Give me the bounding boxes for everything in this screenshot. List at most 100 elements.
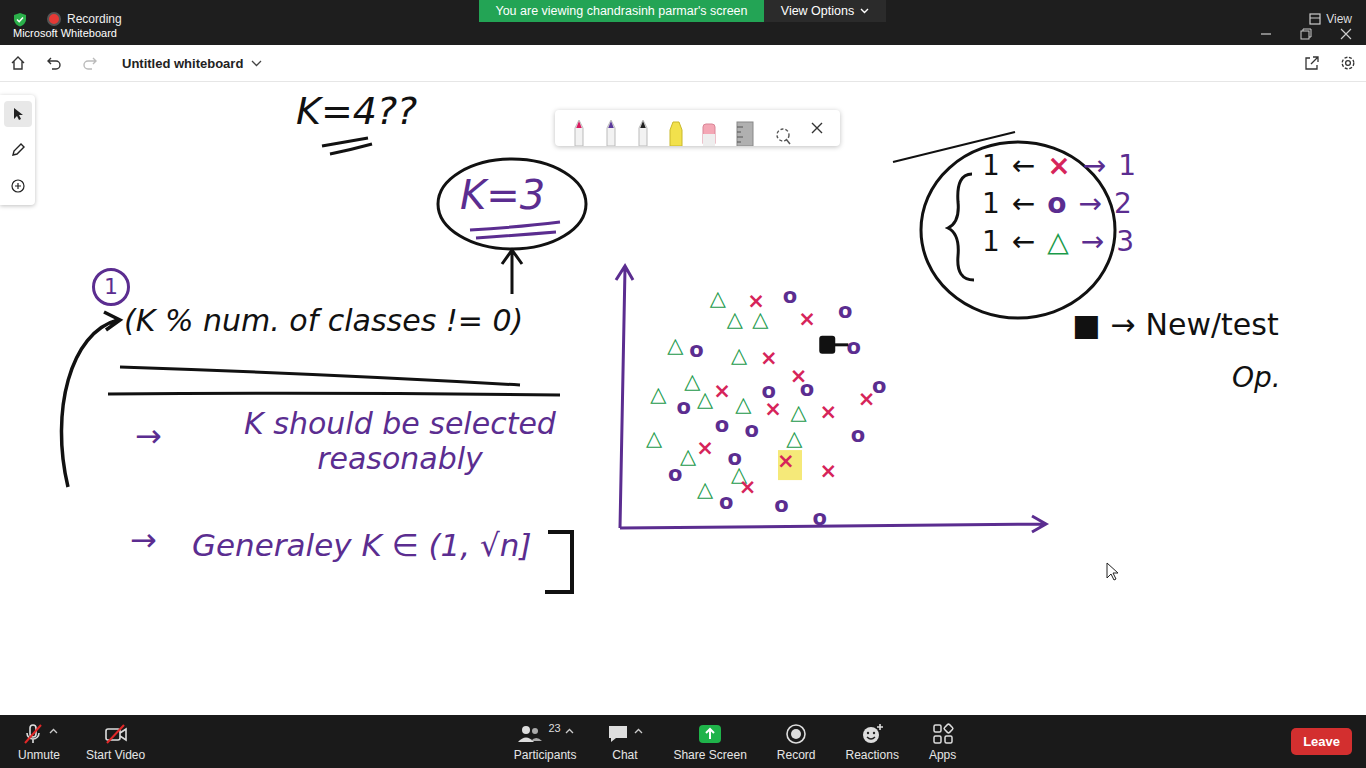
chat-button[interactable]: Chat: [606, 722, 643, 762]
note-step-number[interactable]: 1: [92, 268, 130, 306]
caret-up-icon[interactable]: [565, 728, 574, 734]
whiteboard-toolbar: Untitled whiteboard: [0, 45, 1366, 82]
data-point: ×: [819, 459, 837, 483]
note-advice[interactable]: K should be selected reasonably: [210, 407, 590, 476]
data-point: △: [650, 382, 667, 406]
view-button[interactable]: View: [1309, 12, 1352, 26]
add-tool[interactable]: [4, 173, 32, 199]
eraser-tool[interactable]: [701, 114, 717, 146]
window-title: Microsoft Whiteboard: [13, 27, 122, 39]
participants-button[interactable]: 23Participants: [514, 722, 577, 762]
data-point: ×: [798, 307, 816, 331]
participants-icon: [516, 722, 544, 746]
data-point: o: [872, 374, 886, 398]
y-axis: [616, 266, 633, 528]
top-bar: RecordingMicrosoft Whiteboard You are vie…: [0, 0, 1366, 45]
data-point: △: [790, 400, 807, 424]
video-camera-icon: [103, 722, 129, 746]
mouse-cursor-icon: [1106, 562, 1120, 582]
note-arrow[interactable]: →: [130, 522, 157, 559]
pen-tool[interactable]: [604, 114, 618, 146]
share-icon[interactable]: [1304, 55, 1320, 71]
x-axis: [620, 516, 1046, 532]
note-arrow[interactable]: →: [135, 418, 162, 455]
reactions-button[interactable]: Reactions: [846, 722, 899, 762]
pen-icon: [636, 118, 650, 146]
view-options-button[interactable]: View Options: [764, 0, 886, 22]
undo-icon[interactable]: [46, 55, 62, 71]
data-point: o: [774, 493, 788, 517]
chat-bubble-icon: [606, 722, 630, 746]
lasso-icon: [773, 126, 793, 146]
home-icon[interactable]: [10, 55, 26, 71]
apps-button[interactable]: Apps: [929, 722, 956, 762]
ruler-tool[interactable]: [735, 114, 755, 146]
data-point: ×: [760, 346, 778, 370]
note-test-point-line2[interactable]: Op.: [1232, 362, 1281, 394]
pen-icon: [604, 118, 618, 146]
data-point: ×: [819, 400, 837, 424]
zoom-window: RecordingMicrosoft Whiteboard You are vie…: [0, 0, 1366, 768]
caret-up-icon[interactable]: [49, 728, 58, 734]
legend-row[interactable]: 1←o→2: [982, 186, 1136, 222]
legend-row[interactable]: 1←×→1: [982, 148, 1136, 184]
test-point: [819, 336, 848, 354]
whiteboard-canvas[interactable]: K=4?? K=3 1(K % num. of classes != 0) → K sh…: [0, 82, 1366, 715]
data-point: △: [646, 426, 663, 450]
mic-button[interactable]: Unmute: [18, 722, 60, 762]
share-button[interactable]: Share Screen: [673, 722, 746, 762]
share-screen-icon: [697, 722, 723, 746]
restore-icon[interactable]: [1300, 28, 1312, 40]
leave-button[interactable]: Leave: [1291, 728, 1352, 755]
pen-tool[interactable]: [4, 137, 32, 163]
close-icon[interactable]: [811, 122, 823, 134]
data-point: o: [800, 377, 814, 401]
highlighter-tool[interactable]: [668, 114, 684, 146]
select-tool[interactable]: [4, 101, 32, 127]
minimize-icon[interactable]: [1260, 28, 1272, 40]
pen-tool[interactable]: [636, 114, 650, 146]
video-button[interactable]: Start Video: [86, 722, 145, 762]
apps-icon: [931, 722, 955, 746]
board-title-button[interactable]: Untitled whiteboard: [122, 56, 262, 71]
eraser-icon: [701, 118, 717, 146]
data-point: o: [838, 299, 852, 323]
note-test-point[interactable]: ■→New/test: [1072, 308, 1279, 343]
recording-label: Recording: [67, 12, 122, 26]
data-point: ×: [747, 289, 765, 313]
pen-toolbar: [555, 110, 840, 146]
share-banner: You are viewing chandrasinh parmar's scr…: [479, 0, 764, 22]
legend-row[interactable]: 1←△→3: [982, 224, 1136, 260]
note-range[interactable]: Generaley K ∈ (1, √n]: [192, 528, 532, 564]
data-point: △: [731, 343, 748, 367]
data-point: ×: [739, 475, 757, 499]
participant-count: 23: [548, 722, 560, 734]
data-point: o: [689, 338, 703, 362]
data-point: △: [710, 286, 727, 310]
data-point: o: [715, 413, 729, 437]
note-k-chosen[interactable]: K=3: [460, 172, 545, 218]
gear-icon[interactable]: [1340, 55, 1356, 71]
add-icon: [10, 178, 26, 194]
data-point: △: [786, 426, 803, 450]
microphone-icon: [21, 722, 45, 746]
close-icon[interactable]: [1340, 28, 1352, 40]
smiley-plus-icon: [859, 722, 885, 746]
data-point: △: [697, 477, 714, 501]
data-point: o: [668, 462, 682, 486]
data-point: △: [727, 307, 744, 331]
record-button[interactable]: Record: [777, 722, 816, 762]
note-rule[interactable]: (K % num. of classes != 0): [124, 304, 523, 339]
pen-tool[interactable]: [572, 114, 586, 146]
scatter-plot[interactable]: △△△△△△△△△△△△△△△××××××××××××ooooooooooooo…: [608, 262, 1058, 537]
view-icon: [1309, 13, 1321, 25]
lasso-tool[interactable]: [773, 114, 793, 146]
redo-icon[interactable]: [82, 55, 98, 71]
caret-up-icon[interactable]: [634, 728, 643, 734]
data-point: o: [719, 490, 733, 514]
data-point: ×: [713, 379, 731, 403]
note-k-question[interactable]: K=4??: [296, 90, 417, 134]
data-point: △: [735, 392, 752, 416]
data-point: o: [851, 423, 865, 447]
shield-icon[interactable]: [13, 12, 27, 27]
